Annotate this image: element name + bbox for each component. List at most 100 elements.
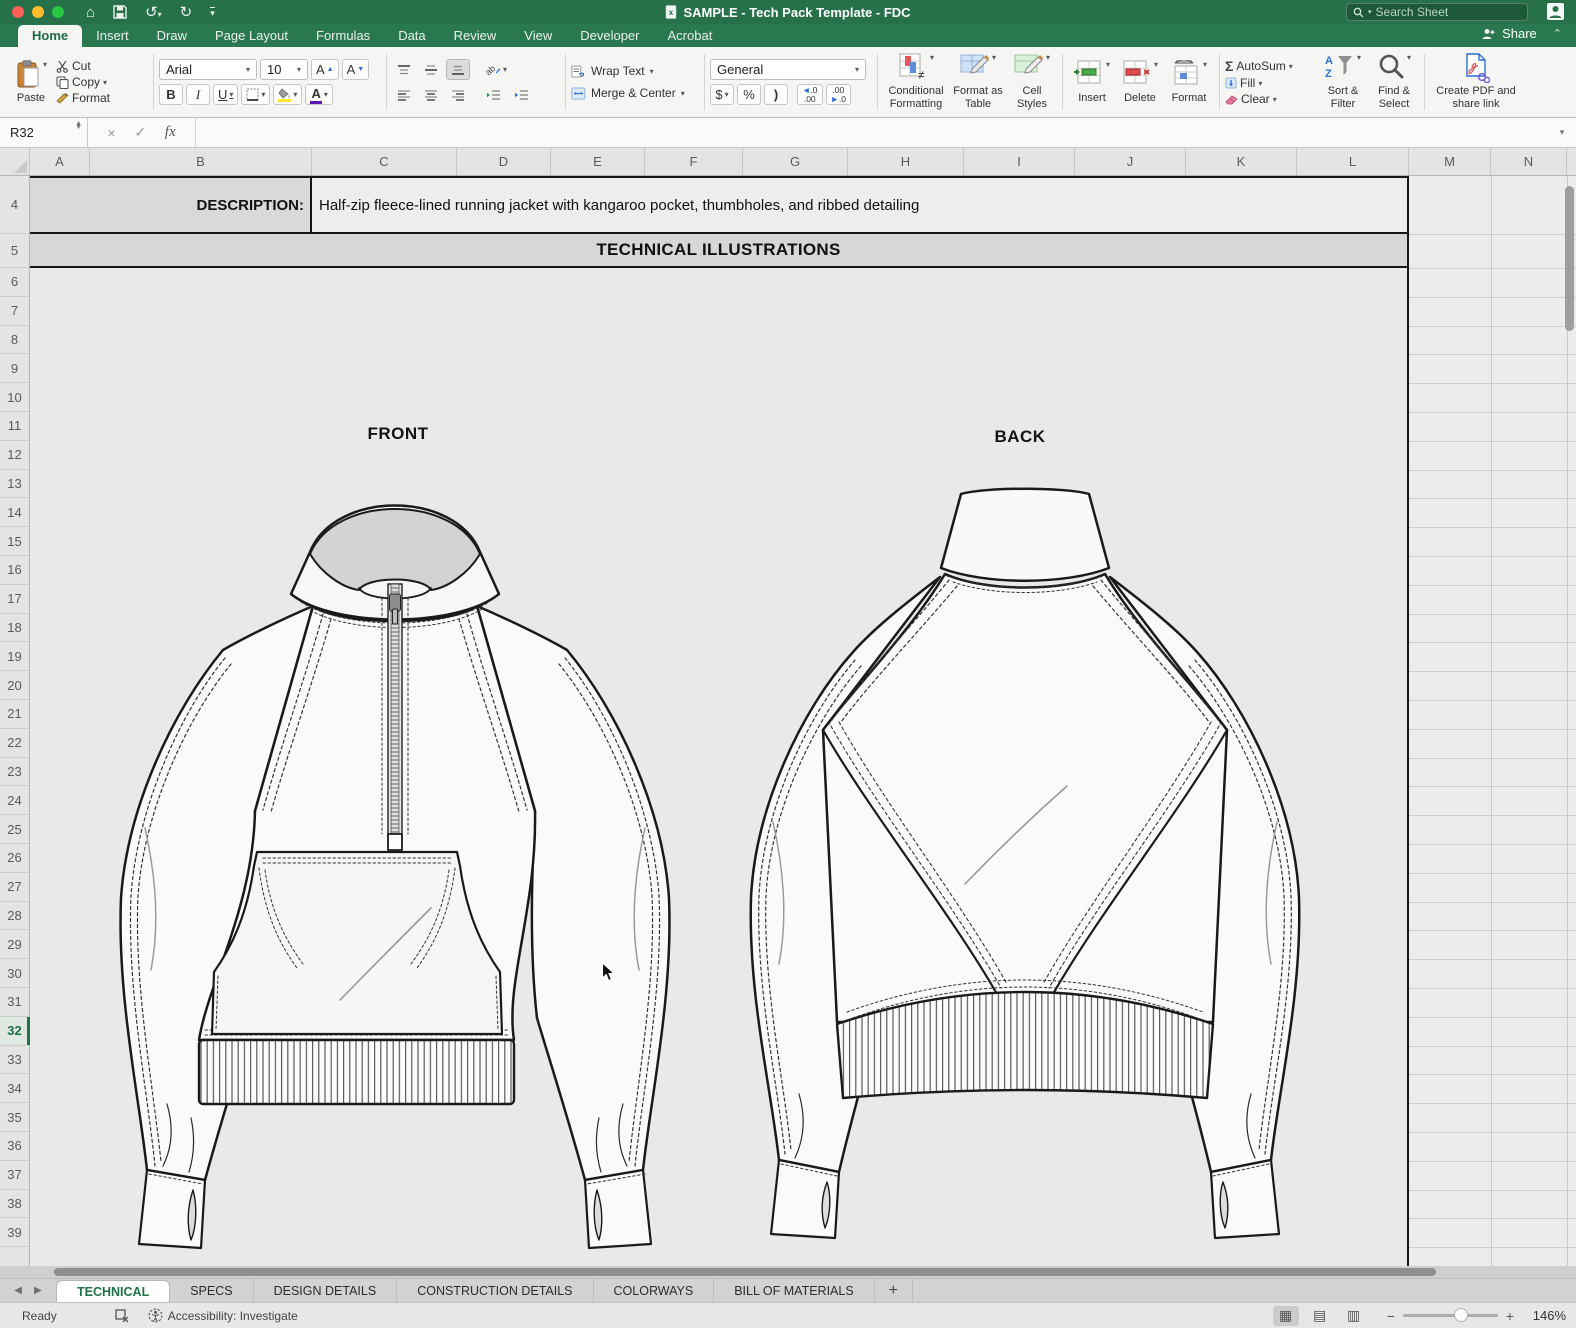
minimize-window-button[interactable] (32, 6, 44, 18)
align-left-button[interactable] (392, 84, 416, 105)
close-window-button[interactable] (12, 6, 24, 18)
ribbon-tab-draw[interactable]: Draw (143, 25, 201, 47)
row-header-25[interactable]: 25 (0, 815, 29, 844)
zoom-out-button[interactable]: − (1387, 1308, 1395, 1324)
column-header-F[interactable]: F (645, 148, 743, 175)
row-header-26[interactable]: 26 (0, 844, 29, 873)
sheet-content-area[interactable]: DESCRIPTION: Half-zip fleece-lined runni… (30, 176, 1409, 1266)
row-header-7[interactable]: 7 (0, 297, 29, 326)
row-header-15[interactable]: 15 (0, 527, 29, 556)
row-header-22[interactable]: 22 (0, 729, 29, 758)
column-header-H[interactable]: H (848, 148, 964, 175)
sheet-tab-bill-of-materials[interactable]: BILL OF MATERIALS (714, 1279, 874, 1302)
page-break-view-button[interactable]: ▥ (1341, 1306, 1367, 1326)
ribbon-tab-home[interactable]: Home (18, 25, 82, 47)
ribbon-tab-data[interactable]: Data (384, 25, 439, 47)
delete-cells-button[interactable]: ▾ Delete (1116, 60, 1164, 105)
save-icon[interactable] (113, 5, 127, 19)
row-header-36[interactable]: 36 (0, 1132, 29, 1161)
create-pdf-button[interactable]: Create PDF and share link (1430, 53, 1522, 110)
decrease-font-button[interactable]: A▼ (342, 59, 370, 80)
ribbon-tab-view[interactable]: View (510, 25, 566, 47)
row-header-20[interactable]: 20 (0, 671, 29, 700)
align-center-button[interactable] (419, 84, 443, 105)
row-header-13[interactable]: 13 (0, 470, 29, 499)
redo-button[interactable]: ↻ (180, 5, 193, 20)
zoom-slider-thumb[interactable] (1454, 1308, 1468, 1322)
confirm-entry-icon[interactable]: ✓ (134, 124, 146, 141)
selection-mode-icon[interactable] (115, 1309, 130, 1323)
column-header-B[interactable]: B (90, 148, 312, 175)
row-header-29[interactable]: 29 (0, 930, 29, 959)
column-header-L[interactable]: L (1297, 148, 1409, 175)
italic-button[interactable]: I (186, 84, 210, 105)
bold-button[interactable]: B (159, 84, 183, 105)
select-all-corner[interactable] (0, 148, 30, 175)
row-header-35[interactable]: 35 (0, 1103, 29, 1132)
underline-button[interactable]: U▾ (213, 84, 238, 105)
ribbon-tab-insert[interactable]: Insert (82, 25, 143, 47)
collapse-ribbon-icon[interactable]: ⌃ (1553, 27, 1562, 40)
column-header-J[interactable]: J (1075, 148, 1186, 175)
row-header-34[interactable]: 34 (0, 1074, 29, 1103)
font-size-select[interactable]: 10▾ (260, 59, 308, 80)
insert-cells-button[interactable]: ▾ Insert (1068, 60, 1116, 105)
cut-button[interactable]: Cut (56, 59, 148, 73)
home-icon[interactable]: ⌂ (86, 5, 95, 20)
undo-button[interactable]: ↺▾ (145, 5, 162, 20)
column-header-A[interactable]: A (30, 148, 90, 175)
row-header-21[interactable]: 21 (0, 700, 29, 729)
sheet-tab-colorways[interactable]: COLORWAYS (594, 1279, 715, 1302)
row-header-14[interactable]: 14 (0, 498, 29, 527)
row-header-38[interactable]: 38 (0, 1190, 29, 1219)
autosum-button[interactable]: Σ AutoSum▾ (1225, 58, 1317, 74)
format-as-table-button[interactable]: ▾ Format as Table (949, 53, 1007, 110)
row-header-24[interactable]: 24 (0, 786, 29, 815)
formula-bar-expand-icon[interactable]: ▾ (1548, 118, 1576, 147)
add-sheet-button[interactable]: + (875, 1279, 913, 1302)
zoom-window-button[interactable] (52, 6, 64, 18)
sort-filter-button[interactable]: AZ ▾ Sort & Filter (1317, 53, 1369, 110)
insert-function-icon[interactable]: fx (165, 124, 176, 141)
ribbon-tab-developer[interactable]: Developer (566, 25, 653, 47)
empty-columns-region[interactable] (1409, 176, 1576, 1266)
ribbon-tab-page-layout[interactable]: Page Layout (201, 25, 302, 47)
next-sheet-arrow[interactable]: ▶ (34, 1285, 42, 1296)
clear-button[interactable]: Clear▾ (1225, 92, 1317, 106)
horizontal-scrollbar-track[interactable] (0, 1266, 1576, 1278)
row-header-5[interactable]: 5 (0, 234, 29, 268)
row-header-12[interactable]: 12 (0, 441, 29, 470)
row-header-39[interactable]: 39 (0, 1218, 29, 1247)
horizontal-scrollbar-thumb[interactable] (54, 1268, 1436, 1276)
decrease-decimal-button[interactable]: .00►.0 (826, 84, 852, 105)
row-header-18[interactable]: 18 (0, 614, 29, 643)
conditional-formatting-button[interactable]: ≠ ▾ Conditional Formatting (883, 53, 949, 110)
row-header-27[interactable]: 27 (0, 873, 29, 902)
wrap-text-button[interactable]: Wrap Text▾ (571, 62, 699, 80)
description-text-cell[interactable]: Half-zip fleece-lined running jacket wit… (312, 178, 1407, 232)
find-select-button[interactable]: ▾ Find & Select (1369, 53, 1419, 110)
row-header-4[interactable]: 4 (0, 176, 29, 234)
increase-decimal-button[interactable]: ◄.0.00 (797, 84, 823, 105)
customize-toolbar-icon[interactable]: ▾ (210, 7, 215, 18)
ribbon-tab-review[interactable]: Review (440, 25, 511, 47)
fill-button[interactable]: Fill▾ (1225, 76, 1317, 90)
section-title-cell[interactable]: TECHNICAL ILLUSTRATIONS (30, 234, 1407, 268)
font-name-select[interactable]: Arial▾ (159, 59, 257, 80)
normal-view-button[interactable]: ▦ (1273, 1306, 1299, 1326)
align-bottom-button[interactable] (446, 59, 470, 80)
cell-styles-button[interactable]: ▾ Cell Styles (1007, 53, 1057, 110)
comma-format-button[interactable]: ) (764, 84, 788, 105)
sheet-tab-specs[interactable]: SPECS (170, 1279, 253, 1302)
align-right-button[interactable] (446, 84, 470, 105)
prev-sheet-arrow[interactable]: ◀ (14, 1285, 22, 1296)
row-header-8[interactable]: 8 (0, 326, 29, 355)
align-middle-button[interactable] (419, 59, 443, 80)
search-sheet-box[interactable]: ▾ Search Sheet (1346, 3, 1528, 21)
column-header-N[interactable]: N (1491, 148, 1567, 175)
format-painter-button[interactable]: Format (56, 91, 148, 105)
row-header-28[interactable]: 28 (0, 902, 29, 931)
row-header-37[interactable]: 37 (0, 1161, 29, 1190)
description-label-cell[interactable]: DESCRIPTION: (30, 178, 312, 232)
row-header-16[interactable]: 16 (0, 556, 29, 585)
